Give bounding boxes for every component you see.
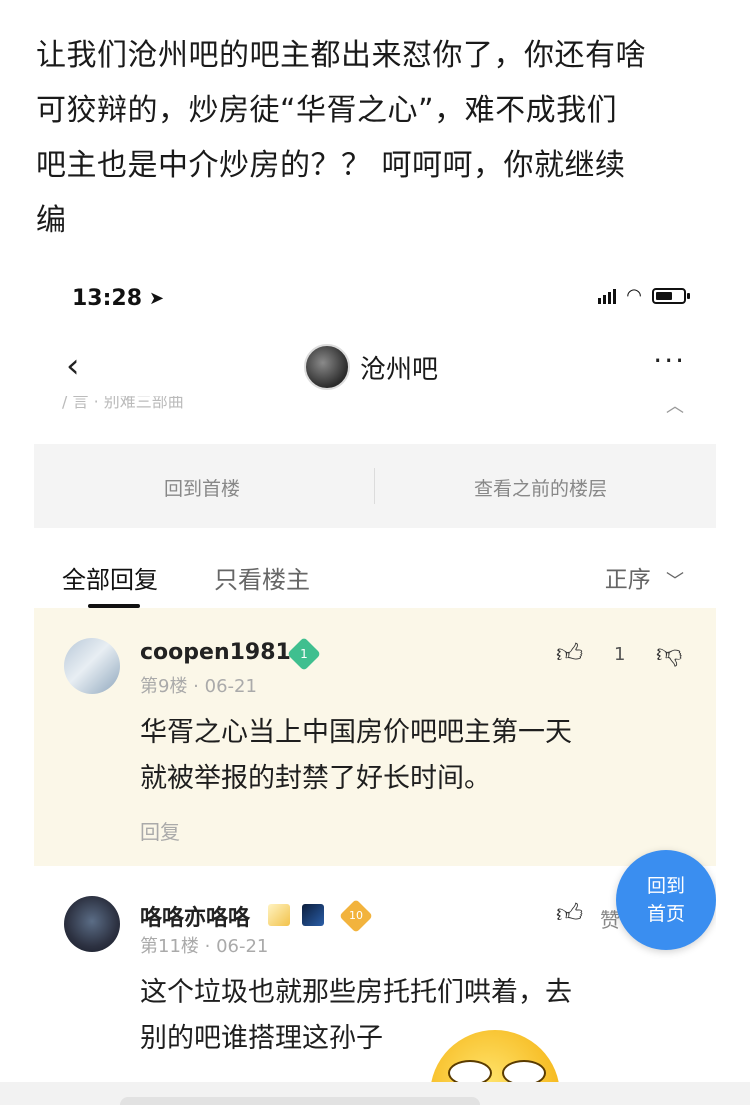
chevron-up-icon[interactable]: ︿	[666, 396, 684, 418]
jump-bar: 回到首楼 查看之前的楼层	[34, 444, 716, 528]
content-line: 华胥之心当上中国房价吧吧主第一天	[140, 717, 572, 748]
avatar[interactable]	[64, 896, 120, 952]
status-icons: ◠	[598, 285, 690, 306]
embedded-screenshot: 13:28 ➤ ◠ ‹ 沧州吧 ··· / 言 · 别难三部曲 ︿ 回到首楼 查…	[34, 268, 716, 1105]
view-previous-floors-button[interactable]: 查看之前的楼层	[474, 474, 607, 501]
post-line: 可狡辩的，炒房徒“华胥之心”，难不成我们	[36, 93, 618, 128]
reply-content: 华胥之心当上中国房价吧吧主第一天 就被举报的封禁了好长时间。	[140, 710, 572, 802]
back-to-home-line: 首页	[646, 903, 685, 925]
back-to-first-floor-button[interactable]: 回到首楼	[164, 474, 240, 501]
post-line: 编	[36, 203, 67, 238]
post-text: 让我们沧州吧的吧主都出来怼你了，你还有啥 可狡辩的，炒房徒“华胥之心”，难不成我…	[36, 28, 726, 248]
home-indicator	[120, 1097, 480, 1105]
like-count: 1	[614, 644, 626, 665]
tab-all-replies[interactable]: 全部回复	[62, 560, 158, 595]
post-line: 让我们沧州吧的吧主都出来怼你了，你还有啥	[36, 38, 646, 73]
more-dots-icon[interactable]: ···	[653, 344, 686, 377]
collapsed-text: / 言 · 别难三部曲	[62, 396, 184, 411]
badge-level: 1	[300, 647, 308, 661]
level-badge-icon: 1	[287, 637, 321, 671]
decoration-icon	[268, 904, 290, 926]
post-line: 吧主也是中介炒房的？？ 呵呵呵，你就继续	[36, 148, 626, 183]
reply-meta: 第11楼 · 06-21	[140, 936, 269, 957]
content-line: 这个垃圾也就那些房托托们哄着，去	[140, 977, 572, 1008]
chevron-down-icon: ﹀	[666, 571, 684, 592]
decoration-icon	[302, 904, 324, 926]
forum-avatar[interactable]	[304, 344, 350, 390]
level-badge-icon: 10	[339, 899, 373, 933]
username[interactable]: 咯咯亦咯咯	[140, 900, 250, 932]
reply-tabs: 全部回复 只看楼主 正序 ﹀	[34, 552, 716, 608]
back-to-home-button[interactable]: 回到 首页	[616, 850, 716, 950]
divider	[374, 468, 375, 504]
nav-bar: ‹ 沧州吧 ···	[34, 338, 716, 398]
back-to-home-line: 回到	[646, 875, 685, 897]
reply-button[interactable]: 回复	[140, 816, 180, 845]
wifi-icon: ◠	[626, 285, 642, 306]
badge-level: 10	[349, 909, 363, 922]
nav-title-group[interactable]: 沧州吧	[304, 344, 438, 390]
tab-only-op[interactable]: 只看楼主	[214, 560, 310, 595]
thumbs-up-icon[interactable]: 👍︎	[556, 898, 583, 929]
nav-title[interactable]: 沧州吧	[360, 349, 438, 386]
collapsed-row: / 言 · 别难三部曲 ︿	[34, 396, 716, 418]
thumbs-up-icon[interactable]: 👍︎	[556, 638, 583, 669]
battery-icon	[652, 288, 690, 304]
avatar[interactable]	[64, 638, 120, 694]
status-time: 13:28	[72, 286, 143, 311]
content-line: 就被举报的封禁了好长时间。	[140, 763, 491, 794]
thumbs-down-icon[interactable]: 👎︎	[656, 638, 682, 669]
page: 让我们沧州吧的吧主都出来怼你了，你还有啥 可狡辩的，炒房徒“华胥之心”，难不成我…	[0, 0, 750, 1105]
username[interactable]: coopen1981	[140, 640, 291, 665]
status-bar: 13:28 ➤ ◠	[34, 268, 716, 328]
sort-dropdown[interactable]: 正序 ﹀	[605, 560, 684, 594]
signal-bars-icon	[598, 288, 617, 304]
location-arrow-icon: ➤	[149, 288, 165, 309]
reply-meta: 第9楼 · 06-21	[140, 676, 257, 697]
chevron-left-icon[interactable]: ‹	[66, 346, 80, 386]
sort-label: 正序	[604, 567, 651, 593]
